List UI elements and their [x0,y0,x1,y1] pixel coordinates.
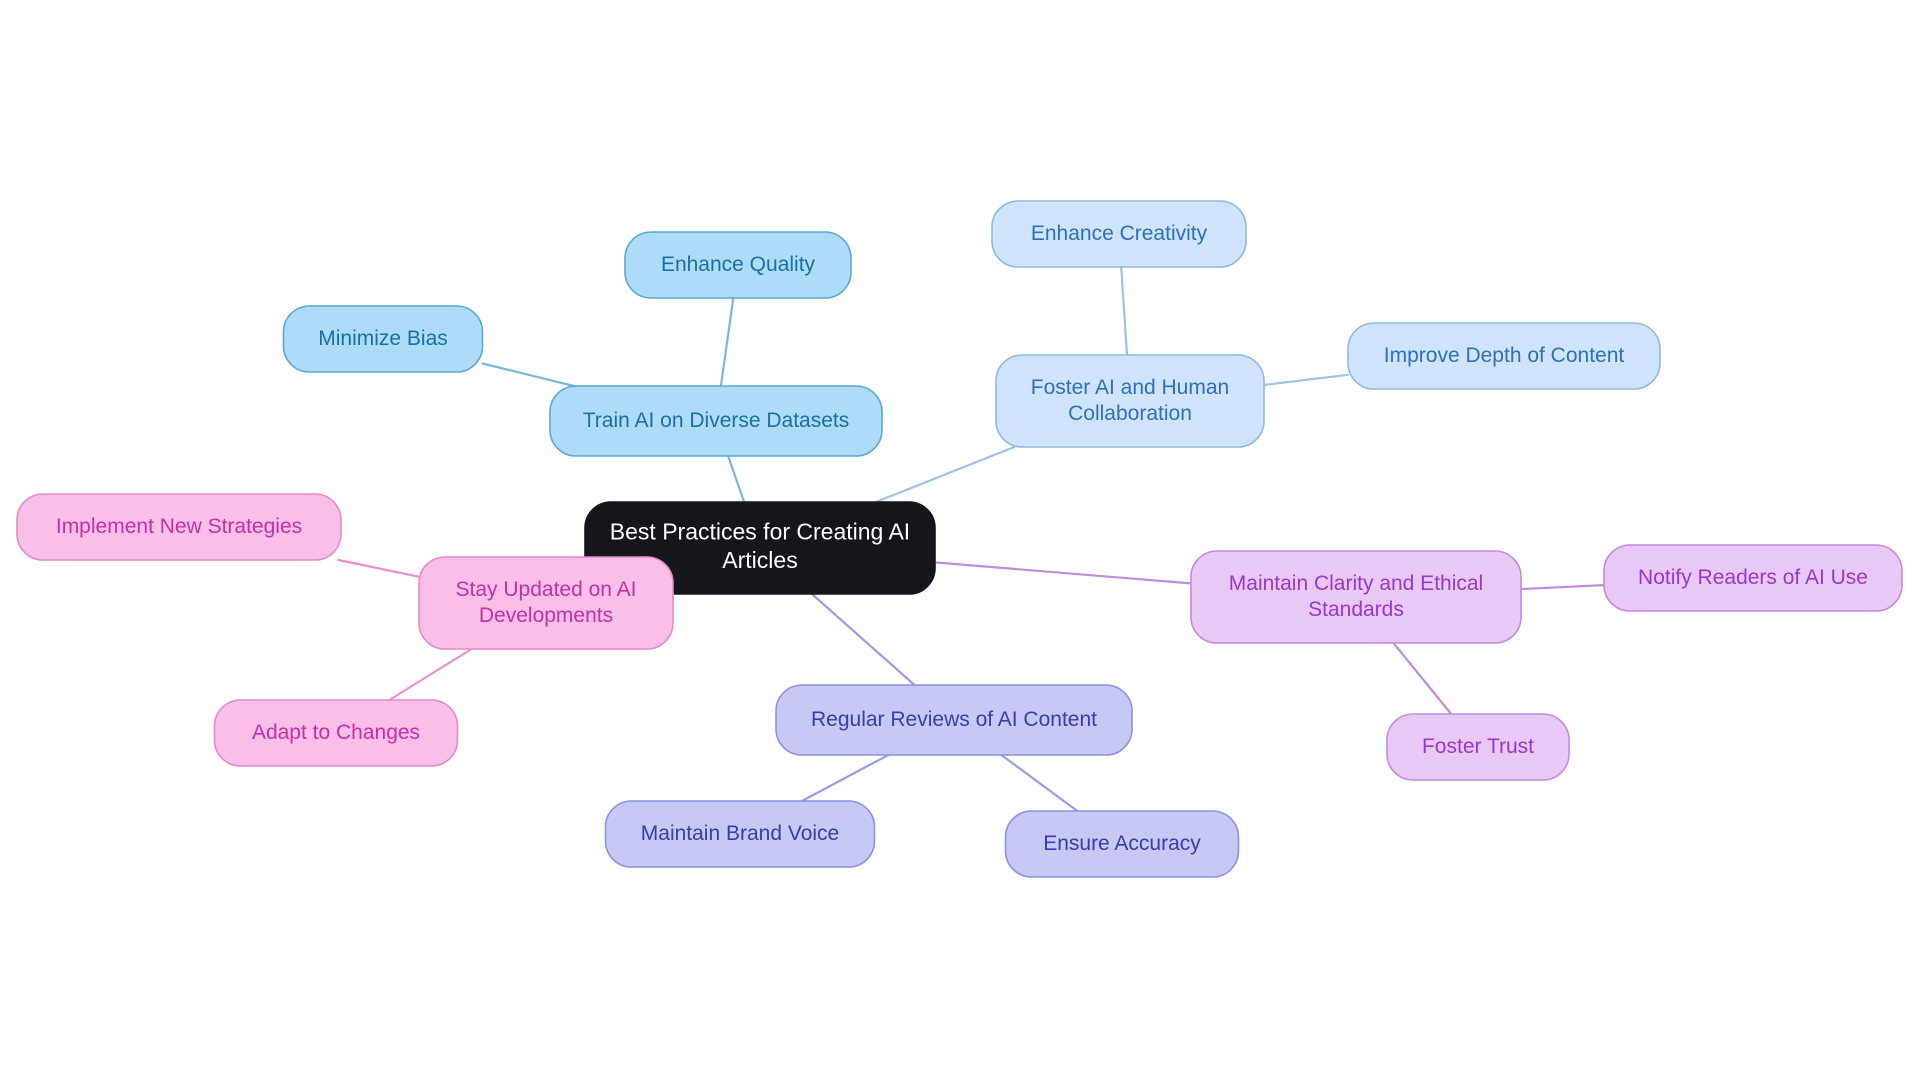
edge-maintain-clarity-and-ethical-standards-to-notify-readers-of-ai-use [1519,584,1606,591]
mindmap-canvas: Best Practices for Creating AI Articles Tr… [0,0,1920,1083]
leaf-node-notify-readers-of-ai-use[interactable]: Notify Readers of AI Use [1603,544,1903,612]
edge-foster-ai-and-human-collaboration-to-improve-depth-of-content [1262,373,1350,386]
leaf-node-minimize-bias-label: Minimize Bias [318,327,448,350]
leaf-node-foster-trust[interactable]: Foster Trust [1386,713,1570,781]
edge-foster-ai-and-human-collaboration-to-enhance-creativity [1120,265,1129,357]
leaf-node-maintain-brand-voice[interactable]: Maintain Brand Voice [604,800,876,868]
branch-node-train-ai-on-diverse-datasets[interactable]: Train AI on Diverse Datasets [549,385,883,457]
edge-stay-updated-on-ai-developments-to-adapt-to-changes [388,647,473,702]
edge-root-to-regular-reviews-of-ai-content [810,592,916,687]
leaf-node-implement-new-strategies-label: Implement New Strategies [56,515,302,538]
leaf-node-improve-depth-of-content[interactable]: Improve Depth of Content [1347,322,1661,390]
branch-node-train-ai-on-diverse-datasets-label: Train AI on Diverse Datasets [583,409,850,432]
edge-train-ai-on-diverse-datasets-to-enhance-quality [719,296,735,388]
branch-node-regular-reviews-of-ai-content[interactable]: Regular Reviews of AI Content [775,684,1133,756]
leaf-node-minimize-bias[interactable]: Minimize Bias [282,305,484,373]
leaf-node-maintain-brand-voice-label: Maintain Brand Voice [641,822,839,845]
leaf-node-adapt-to-changes-label: Adapt to Changes [252,721,420,744]
leaf-node-enhance-creativity[interactable]: Enhance Creativity [991,200,1247,268]
edge-stay-updated-on-ai-developments-to-implement-new-strategies [337,558,421,578]
edge-regular-reviews-of-ai-content-to-ensure-accuracy [1000,753,1079,813]
branch-node-regular-reviews-of-ai-content-label: Regular Reviews of AI Content [811,708,1097,731]
edge-maintain-clarity-and-ethical-standards-to-foster-trust [1392,641,1453,716]
edge-regular-reviews-of-ai-content-to-maintain-brand-voice [800,753,890,803]
leaf-node-improve-depth-of-content-label: Improve Depth of Content [1384,344,1625,367]
leaf-node-enhance-creativity-label: Enhance Creativity [1031,222,1208,245]
leaf-node-adapt-to-changes[interactable]: Adapt to Changes [213,699,459,767]
leaf-node-enhance-quality[interactable]: Enhance Quality [624,231,852,299]
edge-train-ai-on-diverse-datasets-to-minimize-bias [481,362,575,388]
edge-root-to-foster-ai-and-human-collaboration [874,445,1016,504]
mindmap-svg: Best Practices for Creating AI ArticlesTr… [16,200,1903,878]
branch-node-maintain-clarity-and-ethical-standards[interactable]: Maintain Clarity and Ethical Standards [1190,550,1522,644]
leaf-node-notify-readers-of-ai-use-label: Notify Readers of AI Use [1638,566,1868,589]
leaf-node-ensure-accuracy-label: Ensure Accuracy [1043,832,1201,855]
branch-node-foster-ai-and-human-collaboration[interactable]: Foster AI and Human Collaboration [995,354,1265,448]
leaf-node-foster-trust-label: Foster Trust [1422,735,1534,758]
leaf-node-implement-new-strategies[interactable]: Implement New Strategies [16,493,342,561]
branch-node-stay-updated-on-ai-developments[interactable]: Stay Updated on AI Developments [418,556,674,650]
leaf-node-enhance-quality-label: Enhance Quality [661,253,816,276]
nodes-layer: Best Practices for Creating AI ArticlesTr… [16,200,1903,878]
edge-root-to-train-ai-on-diverse-datasets [727,454,746,504]
leaf-node-ensure-accuracy[interactable]: Ensure Accuracy [1004,810,1240,878]
edge-root-to-maintain-clarity-and-ethical-standards [933,561,1193,585]
